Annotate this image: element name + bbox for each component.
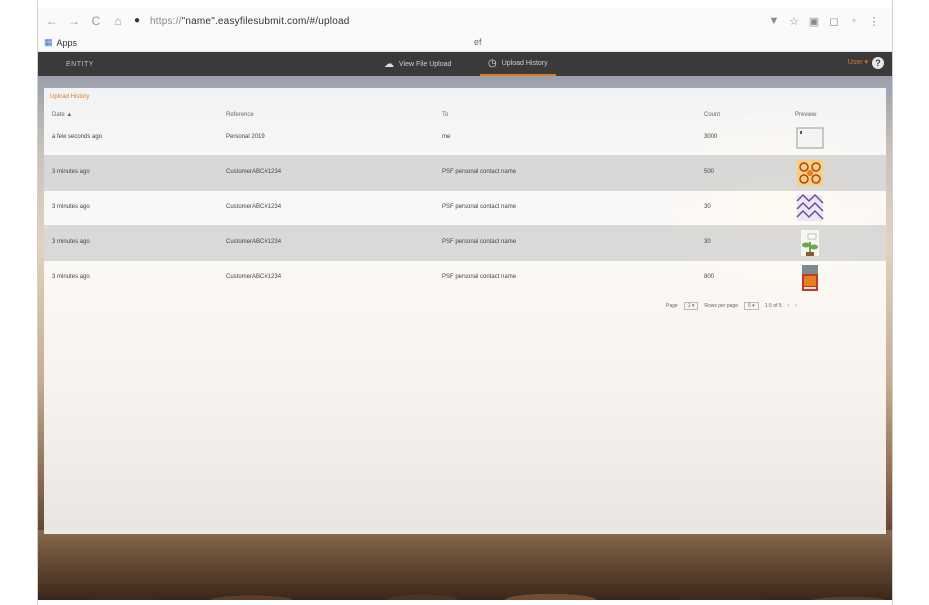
cell-count: 30 bbox=[704, 204, 711, 210]
cast-icon[interactable]: ▣ bbox=[808, 15, 820, 28]
cell-reference: CustomerABC#1234 bbox=[226, 204, 282, 210]
history-icon: ◷ bbox=[488, 57, 497, 69]
forward-icon[interactable]: → bbox=[66, 13, 82, 29]
star-icon[interactable]: ☆ bbox=[788, 15, 800, 28]
url-field[interactable]: https://"name".easyfilesubmit.com/#/uplo… bbox=[150, 16, 350, 27]
nav-view-file-upload[interactable]: ☁ View File Upload bbox=[384, 52, 451, 76]
rock-landscape bbox=[38, 530, 892, 600]
column-date[interactable]: Date ▲ bbox=[52, 112, 72, 118]
table-row[interactable]: 3 minutes ago CustomerABC#1234 PSF perso… bbox=[44, 225, 886, 261]
table-row[interactable]: 3 minutes ago CustomerABC#1234 PSF perso… bbox=[44, 260, 886, 296]
gold-pattern-thumbnail[interactable] bbox=[795, 158, 825, 188]
address-bar: ← → C ⌂ ● https://"name".easyfilesubmit.… bbox=[38, 8, 892, 34]
cell-to: me bbox=[442, 134, 451, 140]
prev-page-button[interactable]: ‹ bbox=[788, 303, 790, 309]
panel-title: Upload History bbox=[50, 94, 90, 100]
home-icon[interactable]: ⌂ bbox=[110, 13, 126, 29]
column-to[interactable]: To bbox=[442, 112, 448, 118]
url-text: "name".easyfilesubmit.com/#/upload bbox=[181, 15, 350, 27]
next-page-button[interactable]: › bbox=[795, 303, 797, 309]
cloud-upload-icon: ☁ bbox=[384, 58, 394, 70]
back-icon[interactable]: ← bbox=[44, 13, 60, 29]
cell-count: 500 bbox=[704, 169, 715, 175]
app-header: ENTITY ☁ View File Upload ◷ Upload Histo… bbox=[38, 52, 892, 76]
cell-reference: CustomerABC#1234 bbox=[226, 239, 282, 245]
page-range: 1-5 of 5 bbox=[764, 303, 782, 309]
bookmarks-bar: ▦ Apps ef bbox=[38, 34, 892, 52]
cell-reference: CustomerABC#1234 bbox=[226, 169, 282, 175]
nav-upload-history[interactable]: ◷ Upload History bbox=[480, 52, 556, 76]
cell-count: 3000 bbox=[704, 134, 718, 140]
plant-thumbnail[interactable] bbox=[795, 228, 825, 258]
nav-label: Upload History bbox=[501, 59, 548, 67]
menu-icon[interactable]: ⋮ bbox=[868, 15, 880, 28]
column-count[interactable]: Count bbox=[704, 112, 720, 118]
help-icon[interactable]: ? bbox=[872, 57, 884, 69]
note-thumbnail[interactable] bbox=[795, 123, 825, 153]
cell-date: 3 minutes ago bbox=[52, 274, 90, 280]
table-row[interactable]: 3 minutes ago CustomerABC#1234 PSF perso… bbox=[44, 190, 886, 226]
cell-reference: Personal 2019 bbox=[226, 134, 265, 140]
cell-to: PSF personal contact name bbox=[442, 274, 517, 280]
rows-per-page-select[interactable]: 5 ▾ bbox=[744, 302, 759, 310]
page-select[interactable]: 1 ▾ bbox=[683, 302, 699, 310]
filter-icon[interactable]: ▼ bbox=[768, 15, 780, 27]
upload-history-panel: Upload History Date ▲ Reference To Count… bbox=[44, 88, 886, 534]
browser-actions: ▼ ☆ ▣ ◻ ◦ ⋮ bbox=[768, 15, 880, 28]
apps-bookmark[interactable]: Apps bbox=[57, 38, 78, 48]
cell-count: 30 bbox=[704, 239, 711, 245]
apps-grid-icon[interactable]: ▦ bbox=[44, 37, 53, 48]
cell-to: PSF personal contact name bbox=[442, 169, 517, 175]
extension-icon[interactable]: ◻ bbox=[828, 15, 840, 28]
url-prefix: https:// bbox=[150, 15, 182, 27]
app-name[interactable]: ENTITY bbox=[66, 61, 94, 68]
bookmark-center-label[interactable]: ef bbox=[474, 37, 482, 47]
column-reference[interactable]: Reference bbox=[226, 112, 254, 118]
cell-to: PSF personal contact name bbox=[442, 239, 517, 245]
column-preview: Preview bbox=[795, 112, 817, 118]
lock-icon: ● bbox=[134, 15, 141, 26]
cell-date: a few seconds ago bbox=[52, 134, 103, 140]
cell-date: 3 minutes ago bbox=[52, 204, 90, 210]
pagination: Page 1 ▾ Rows per page 5 ▾ 1-5 of 5 ‹ › bbox=[666, 301, 797, 311]
page-label: Page bbox=[666, 303, 678, 309]
profile-icon[interactable]: ◦ bbox=[848, 15, 860, 27]
cell-date: 3 minutes ago bbox=[52, 169, 90, 175]
table-row[interactable]: 3 minutes ago CustomerABC#1234 PSF perso… bbox=[44, 155, 886, 191]
nav-label: View File Upload bbox=[399, 60, 452, 68]
cell-reference: CustomerABC#1234 bbox=[226, 274, 282, 280]
reload-icon[interactable]: C bbox=[88, 13, 104, 29]
table-row[interactable]: a few seconds ago Personal 2019 me 3000 bbox=[44, 120, 886, 156]
user-menu[interactable]: User ▾ bbox=[848, 58, 868, 66]
rows-per-page-label: Rows per page bbox=[704, 303, 739, 309]
cell-to: PSF personal contact name bbox=[442, 204, 517, 210]
purple-pattern-thumbnail[interactable] bbox=[795, 193, 825, 223]
cell-date: 3 minutes ago bbox=[52, 239, 90, 245]
cell-count: 800 bbox=[704, 274, 715, 280]
book-thumbnail[interactable] bbox=[795, 263, 825, 293]
